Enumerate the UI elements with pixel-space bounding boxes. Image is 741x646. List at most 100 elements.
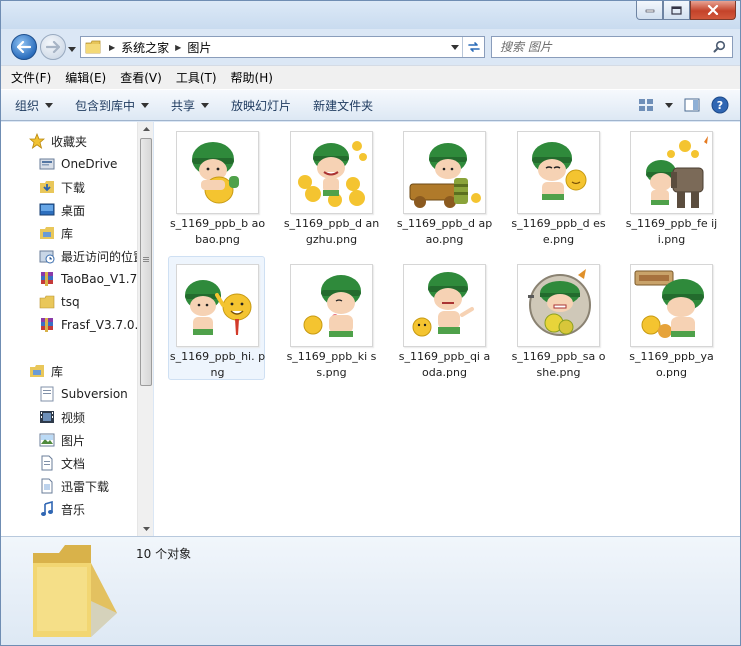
- help-button[interactable]: ?: [708, 94, 732, 116]
- file-list[interactable]: s_1169_ppb_b aobao.png s_1169_ppb_d angz…: [154, 122, 740, 536]
- view-options-dropdown[interactable]: [662, 94, 676, 116]
- file-item[interactable]: s_1169_ppb_ya o.png: [622, 256, 719, 380]
- breadcrumb-separator-icon[interactable]: ▶: [109, 43, 115, 52]
- arrow-right-icon: [46, 41, 60, 53]
- file-item[interactable]: s_1169_ppb_qi aoda.png: [395, 256, 492, 380]
- tree-label: 音乐: [61, 502, 86, 517]
- slideshow-label: 放映幻灯片: [231, 98, 292, 113]
- new-folder-button[interactable]: 新建文件夹: [313, 97, 373, 114]
- item-count: 10 个对象: [136, 547, 192, 561]
- breadcrumb-system-home[interactable]: 系统之家: [121, 39, 169, 56]
- menu-view[interactable]: 查看(V): [120, 69, 162, 86]
- tree-item-subversion[interactable]: Subversion: [1, 383, 137, 405]
- menu-edit[interactable]: 编辑(E): [65, 69, 106, 86]
- tree-item-documents[interactable]: 文档: [1, 452, 137, 474]
- tree-label: tsq: [61, 295, 80, 309]
- scroll-thumb[interactable]: [140, 138, 152, 386]
- subversion-icon: [39, 386, 55, 402]
- menu-help[interactable]: 帮助(H): [231, 69, 273, 86]
- organize-button[interactable]: 组织: [15, 97, 54, 114]
- file-item[interactable]: s_1169_ppb_d ese.png: [509, 123, 606, 247]
- download-folder-icon: [39, 179, 55, 195]
- svg-text:?: ?: [717, 99, 723, 112]
- tree-item-desktop[interactable]: 桌面: [1, 199, 137, 221]
- folder-icon: [39, 294, 55, 310]
- tree-item-videos[interactable]: 视频: [1, 406, 137, 428]
- scroll-grip: [143, 257, 149, 258]
- tree-item-tsq[interactable]: tsq: [1, 291, 137, 313]
- maximize-icon: [671, 5, 682, 15]
- navigation-tree: 收藏夹 OneDrive 下载 桌面 库 最近访问的位置 TaoBao_V1.7…: [1, 122, 137, 536]
- caption-buttons: [636, 1, 736, 20]
- image-thumbnail: [290, 131, 373, 214]
- tree-item-frasf[interactable]: Frasf_V3.7.0.0: [1, 314, 137, 336]
- tree-item-downloads[interactable]: 下载: [1, 176, 137, 198]
- library-icon: [39, 225, 55, 241]
- command-bar: 组织 包含到库中 共享 放映幻灯片 新建文件夹 ?: [1, 89, 740, 121]
- breadcrumb-separator-icon[interactable]: ▶: [175, 43, 181, 52]
- tree-label: 下载: [61, 180, 86, 195]
- winrar-archive-icon: [39, 271, 55, 287]
- file-item[interactable]: s_1169_ppb_d angzhu.png: [282, 123, 379, 247]
- details-pane: 10 个对象: [1, 536, 740, 645]
- include-in-library-button[interactable]: 包含到库中: [75, 97, 150, 114]
- file-name: s_1169_ppb_fe iji.png: [625, 217, 718, 246]
- navigation-row: ▶ 系统之家 ▶ 图片: [1, 29, 740, 65]
- maximize-button[interactable]: [663, 1, 690, 20]
- file-item[interactable]: s_1169_ppb_ki ss.png: [282, 256, 379, 380]
- file-item[interactable]: s_1169_ppb_hi. png: [168, 256, 265, 380]
- recent-pages-dropdown[interactable]: [68, 41, 76, 55]
- change-view-button[interactable]: [634, 94, 658, 116]
- refresh-icon: [467, 42, 480, 52]
- file-name: s_1169_ppb_ya o.png: [629, 350, 714, 379]
- forward-button[interactable]: [40, 34, 66, 60]
- new-folder-label: 新建文件夹: [313, 98, 374, 113]
- winrar-archive-icon: [39, 317, 55, 333]
- menu-file[interactable]: 文件(F): [11, 69, 51, 86]
- image-thumbnail: [517, 264, 600, 347]
- slideshow-button[interactable]: 放映幻灯片: [231, 97, 291, 114]
- share-label: 共享: [171, 98, 196, 113]
- back-button[interactable]: [11, 34, 37, 60]
- search-input[interactable]: [500, 40, 710, 54]
- tree-item-library[interactable]: 库: [1, 222, 137, 244]
- image-thumbnail: [290, 264, 373, 347]
- video-library-icon: [39, 409, 55, 425]
- menu-tools[interactable]: 工具(T): [176, 69, 217, 86]
- tree-libraries-header[interactable]: 库: [1, 360, 137, 382]
- file-item[interactable]: s_1169_ppb_sa oshe.png: [509, 256, 606, 380]
- scroll-down-button[interactable]: [138, 522, 154, 536]
- file-item[interactable]: s_1169_ppb_b aobao.png: [168, 123, 265, 247]
- nav-pane-scrollbar[interactable]: [137, 122, 153, 536]
- file-item[interactable]: s_1169_ppb_d apao.png: [395, 123, 492, 247]
- address-history-dropdown[interactable]: [446, 37, 462, 57]
- tree-favorites-header[interactable]: 收藏夹: [1, 130, 137, 152]
- minimize-icon: [645, 9, 654, 13]
- recent-places-icon: [39, 248, 55, 264]
- search-icon[interactable]: [713, 40, 726, 56]
- close-button[interactable]: [690, 1, 736, 20]
- arrow-left-icon: [17, 41, 31, 53]
- picture-library-icon: [39, 432, 55, 448]
- minimize-button[interactable]: [636, 1, 663, 20]
- star-icon: [29, 133, 45, 149]
- refresh-button[interactable]: [462, 37, 484, 57]
- tree-item-thunder[interactable]: 迅雷下载: [1, 475, 137, 497]
- tree-item-pictures[interactable]: 图片: [1, 429, 137, 451]
- tree-item-recent-places[interactable]: 最近访问的位置: [1, 245, 137, 267]
- file-name: s_1169_ppb_ki ss.png: [286, 350, 377, 379]
- image-thumbnail: [630, 264, 713, 347]
- tree-label: Subversion: [61, 387, 128, 401]
- preview-pane-button[interactable]: [680, 94, 704, 116]
- tree-item-music[interactable]: 音乐: [1, 498, 137, 520]
- address-bar[interactable]: ▶ 系统之家 ▶ 图片: [80, 36, 485, 58]
- breadcrumb-pictures[interactable]: 图片: [187, 39, 211, 56]
- help-icon: ?: [711, 96, 729, 114]
- tree-item-onedrive[interactable]: OneDrive: [1, 153, 137, 175]
- tree-item-taobao[interactable]: TaoBao_V1.7: [1, 268, 137, 290]
- title-bar[interactable]: [1, 1, 740, 29]
- share-button[interactable]: 共享: [171, 97, 210, 114]
- scroll-up-button[interactable]: [138, 122, 154, 136]
- chevron-down-icon: [141, 102, 150, 108]
- file-item[interactable]: s_1169_ppb_fe iji.png: [622, 123, 719, 247]
